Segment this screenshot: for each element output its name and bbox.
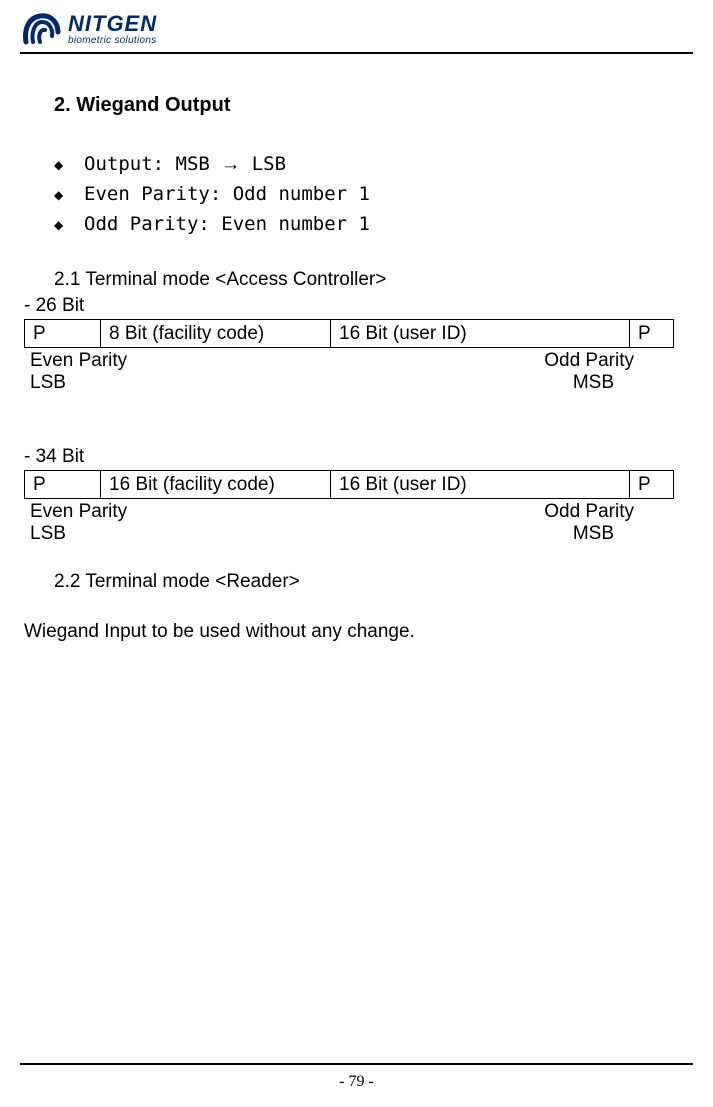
block-34-label: - 34 Bit [24,446,659,468]
table-row: P 8 Bit (facility code) 16 Bit (user ID)… [25,320,674,348]
parity-labels-row: Even Parity Odd Parity [24,348,674,372]
subsection-2-2-title: 2.2 Terminal mode <Reader> [54,571,659,593]
odd-parity-label: Odd Parity [544,350,634,372]
msb-label: MSB [573,372,614,394]
cell-p-right: P [630,320,674,348]
bullet-list: ◆ Output: MSB → LSB ◆ Even Parity: Odd n… [54,153,659,237]
cell-facility: 16 Bit (facility code) [101,471,331,499]
table-34bit: P 16 Bit (facility code) 16 Bit (user ID… [24,470,674,499]
cell-p-left: P [25,320,101,348]
lsb-label: LSB [30,523,66,545]
cell-userid: 16 Bit (user ID) [331,320,630,348]
table-26bit: P 8 Bit (facility code) 16 Bit (user ID)… [24,319,674,348]
table-row: P 16 Bit (facility code) 16 Bit (user ID… [25,471,674,499]
odd-parity-label: Odd Parity [544,501,634,523]
section-title: 2. Wiegand Output [54,94,659,117]
msb-label: MSB [573,523,614,545]
body-paragraph: Wiegand Input to be used without any cha… [24,621,659,643]
brand-name: NITGEN [68,13,157,35]
cell-p-right: P [630,471,674,499]
page: NITGEN biometric solutions 2. Wiegand Ou… [0,0,713,1107]
cell-userid: 16 Bit (user ID) [331,471,630,499]
subsection-2-1-title: 2.1 Terminal mode <Access Controller> [54,269,659,291]
logo-text: NITGEN biometric solutions [68,12,157,46]
block-26-label: - 26 Bit [24,295,659,317]
cell-p-left: P [25,471,101,499]
bullet-text: Even Parity: Odd number 1 [84,183,370,205]
cell-facility: 8 Bit (facility code) [101,320,331,348]
bit-order-row: LSB MSB [24,372,674,394]
footer-rule [20,1063,693,1065]
lsb-label: LSB [30,372,66,394]
parity-labels-row: Even Parity Odd Parity [24,499,674,523]
bullet-item: ◆ Even Parity: Odd number 1 [54,183,659,207]
bullet-mark-icon: ◆ [54,213,68,237]
bit-order-row: LSB MSB [24,523,674,545]
brand-slogan: biometric solutions [68,35,157,46]
even-parity-label: Even Parity [30,501,127,523]
page-number: - 79 - [0,1073,713,1091]
bullet-mark-icon: ◆ [54,153,68,177]
bullet-item: ◆ Output: MSB → LSB [54,153,659,177]
content-area: 2. Wiegand Output ◆ Output: MSB → LSB ◆ … [20,54,693,643]
page-header: NITGEN biometric solutions [20,12,693,46]
bullet-mark-icon: ◆ [54,183,68,207]
bullet-text: Odd Parity: Even number 1 [84,213,370,235]
nitgen-logo-icon [20,12,62,46]
bullet-text: Output: MSB → LSB [84,153,286,176]
bullet-item: ◆ Odd Parity: Even number 1 [54,213,659,237]
even-parity-label: Even Parity [30,350,127,372]
